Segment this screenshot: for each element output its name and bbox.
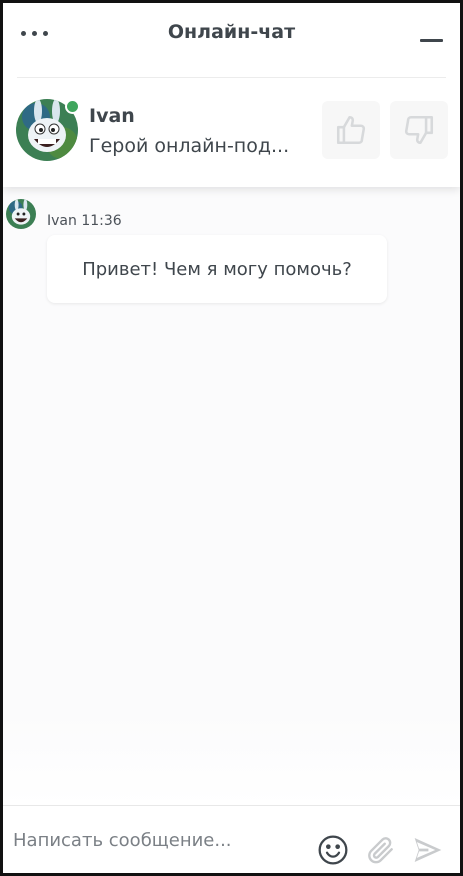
message-input[interactable] xyxy=(13,824,303,856)
chat-title: Онлайн-чат xyxy=(167,21,296,43)
message-list[interactable]: Ivan 11:36 Привет! Чем я могу помочь? xyxy=(3,187,460,807)
smiley-icon xyxy=(318,835,348,865)
send-button[interactable] xyxy=(411,833,445,867)
message-text: Привет! Чем я могу помочь? xyxy=(82,258,352,280)
online-status-indicator xyxy=(65,99,80,114)
bunny-avatar-icon xyxy=(6,199,36,229)
agent-name: Ivan xyxy=(89,105,135,127)
rate-up-button[interactable] xyxy=(322,101,380,159)
header-divider xyxy=(17,77,446,78)
message-bubble: Привет! Чем я могу помочь? xyxy=(47,235,387,303)
paperclip-icon xyxy=(368,837,393,864)
message-meta: Ivan 11:36 xyxy=(47,213,122,229)
emoji-button[interactable] xyxy=(316,833,350,867)
composer-bar xyxy=(3,805,460,873)
chat-widget: Онлайн-чат Ivan Герой онлайн-под... Ivan… xyxy=(0,0,463,876)
attach-button[interactable] xyxy=(364,833,398,867)
send-icon xyxy=(414,838,442,862)
chat-header: Онлайн-чат Ivan Герой онлайн-под... xyxy=(3,3,460,187)
rate-down-button[interactable] xyxy=(390,101,448,159)
thumbs-up-icon xyxy=(336,115,366,145)
minimize-icon[interactable] xyxy=(417,25,445,45)
thumbs-down-icon xyxy=(404,115,434,145)
agent-role: Герой онлайн-под... xyxy=(89,135,290,157)
